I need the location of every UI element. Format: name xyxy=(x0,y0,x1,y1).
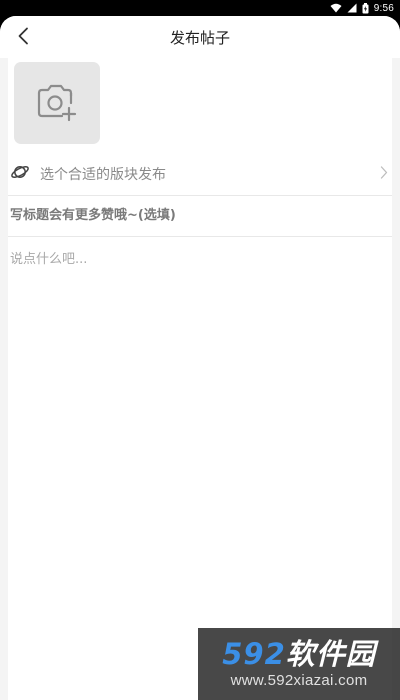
camera-plus-icon xyxy=(37,84,77,122)
chevron-left-icon xyxy=(18,27,28,45)
watermark-url: www.592xiazai.com xyxy=(230,672,368,689)
page-title: 发布帖子 xyxy=(169,28,230,47)
nav-bar: 发布帖子 xyxy=(0,16,400,58)
wifi-icon xyxy=(330,3,342,13)
divider xyxy=(8,236,392,237)
planet-icon xyxy=(11,166,29,178)
watermark-logo: 592软件园 www.592xiazai.com xyxy=(198,628,400,700)
back-button[interactable] xyxy=(12,25,34,47)
board-selector[interactable]: 选个合适的版块发布 xyxy=(8,154,392,192)
board-selector-label: 选个合适的版块发布 xyxy=(40,167,166,183)
status-bar: 9:56 xyxy=(0,0,400,16)
battery-icon xyxy=(362,2,369,13)
add-photo-button[interactable] xyxy=(14,62,100,144)
watermark-brand-text: 软件园 xyxy=(285,637,376,671)
editor-card: 选个合适的版块发布 xyxy=(8,58,392,700)
watermark-brand: 592软件园 xyxy=(222,637,376,671)
content-textarea[interactable] xyxy=(10,248,388,448)
chevron-right-icon xyxy=(380,166,388,179)
signal-icon xyxy=(347,3,357,13)
post-editor-screen: 发布帖子 选个合适的版块发布 xyxy=(0,16,400,700)
watermark-brand-number: 592 xyxy=(222,637,286,671)
status-time: 9:56 xyxy=(373,2,394,14)
divider xyxy=(8,195,392,196)
title-input[interactable] xyxy=(10,203,388,227)
